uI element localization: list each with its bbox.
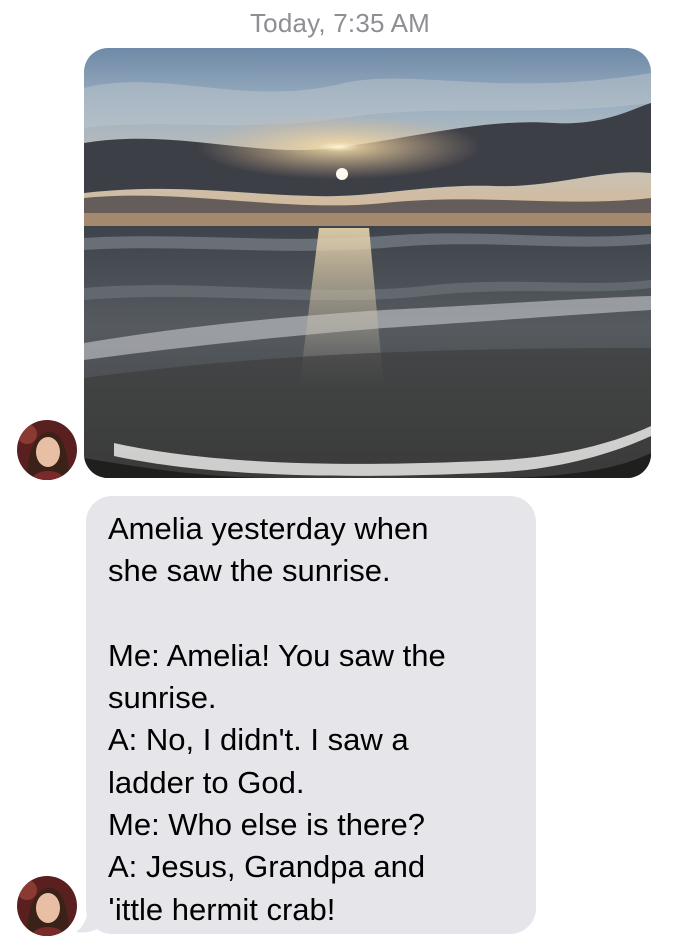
avatar-icon [17,420,77,480]
contact-avatar[interactable] [17,420,77,480]
avatar-icon [17,876,77,936]
ocean-sunrise-photo [84,48,651,478]
bubble-tail [76,904,114,934]
text-message-bubble[interactable]: Amelia yesterday when she saw the sunris… [86,496,536,934]
contact-avatar[interactable] [17,876,77,936]
image-message-bubble[interactable] [84,48,651,478]
message-timestamp: Today, 7:35 AM [249,8,431,38]
